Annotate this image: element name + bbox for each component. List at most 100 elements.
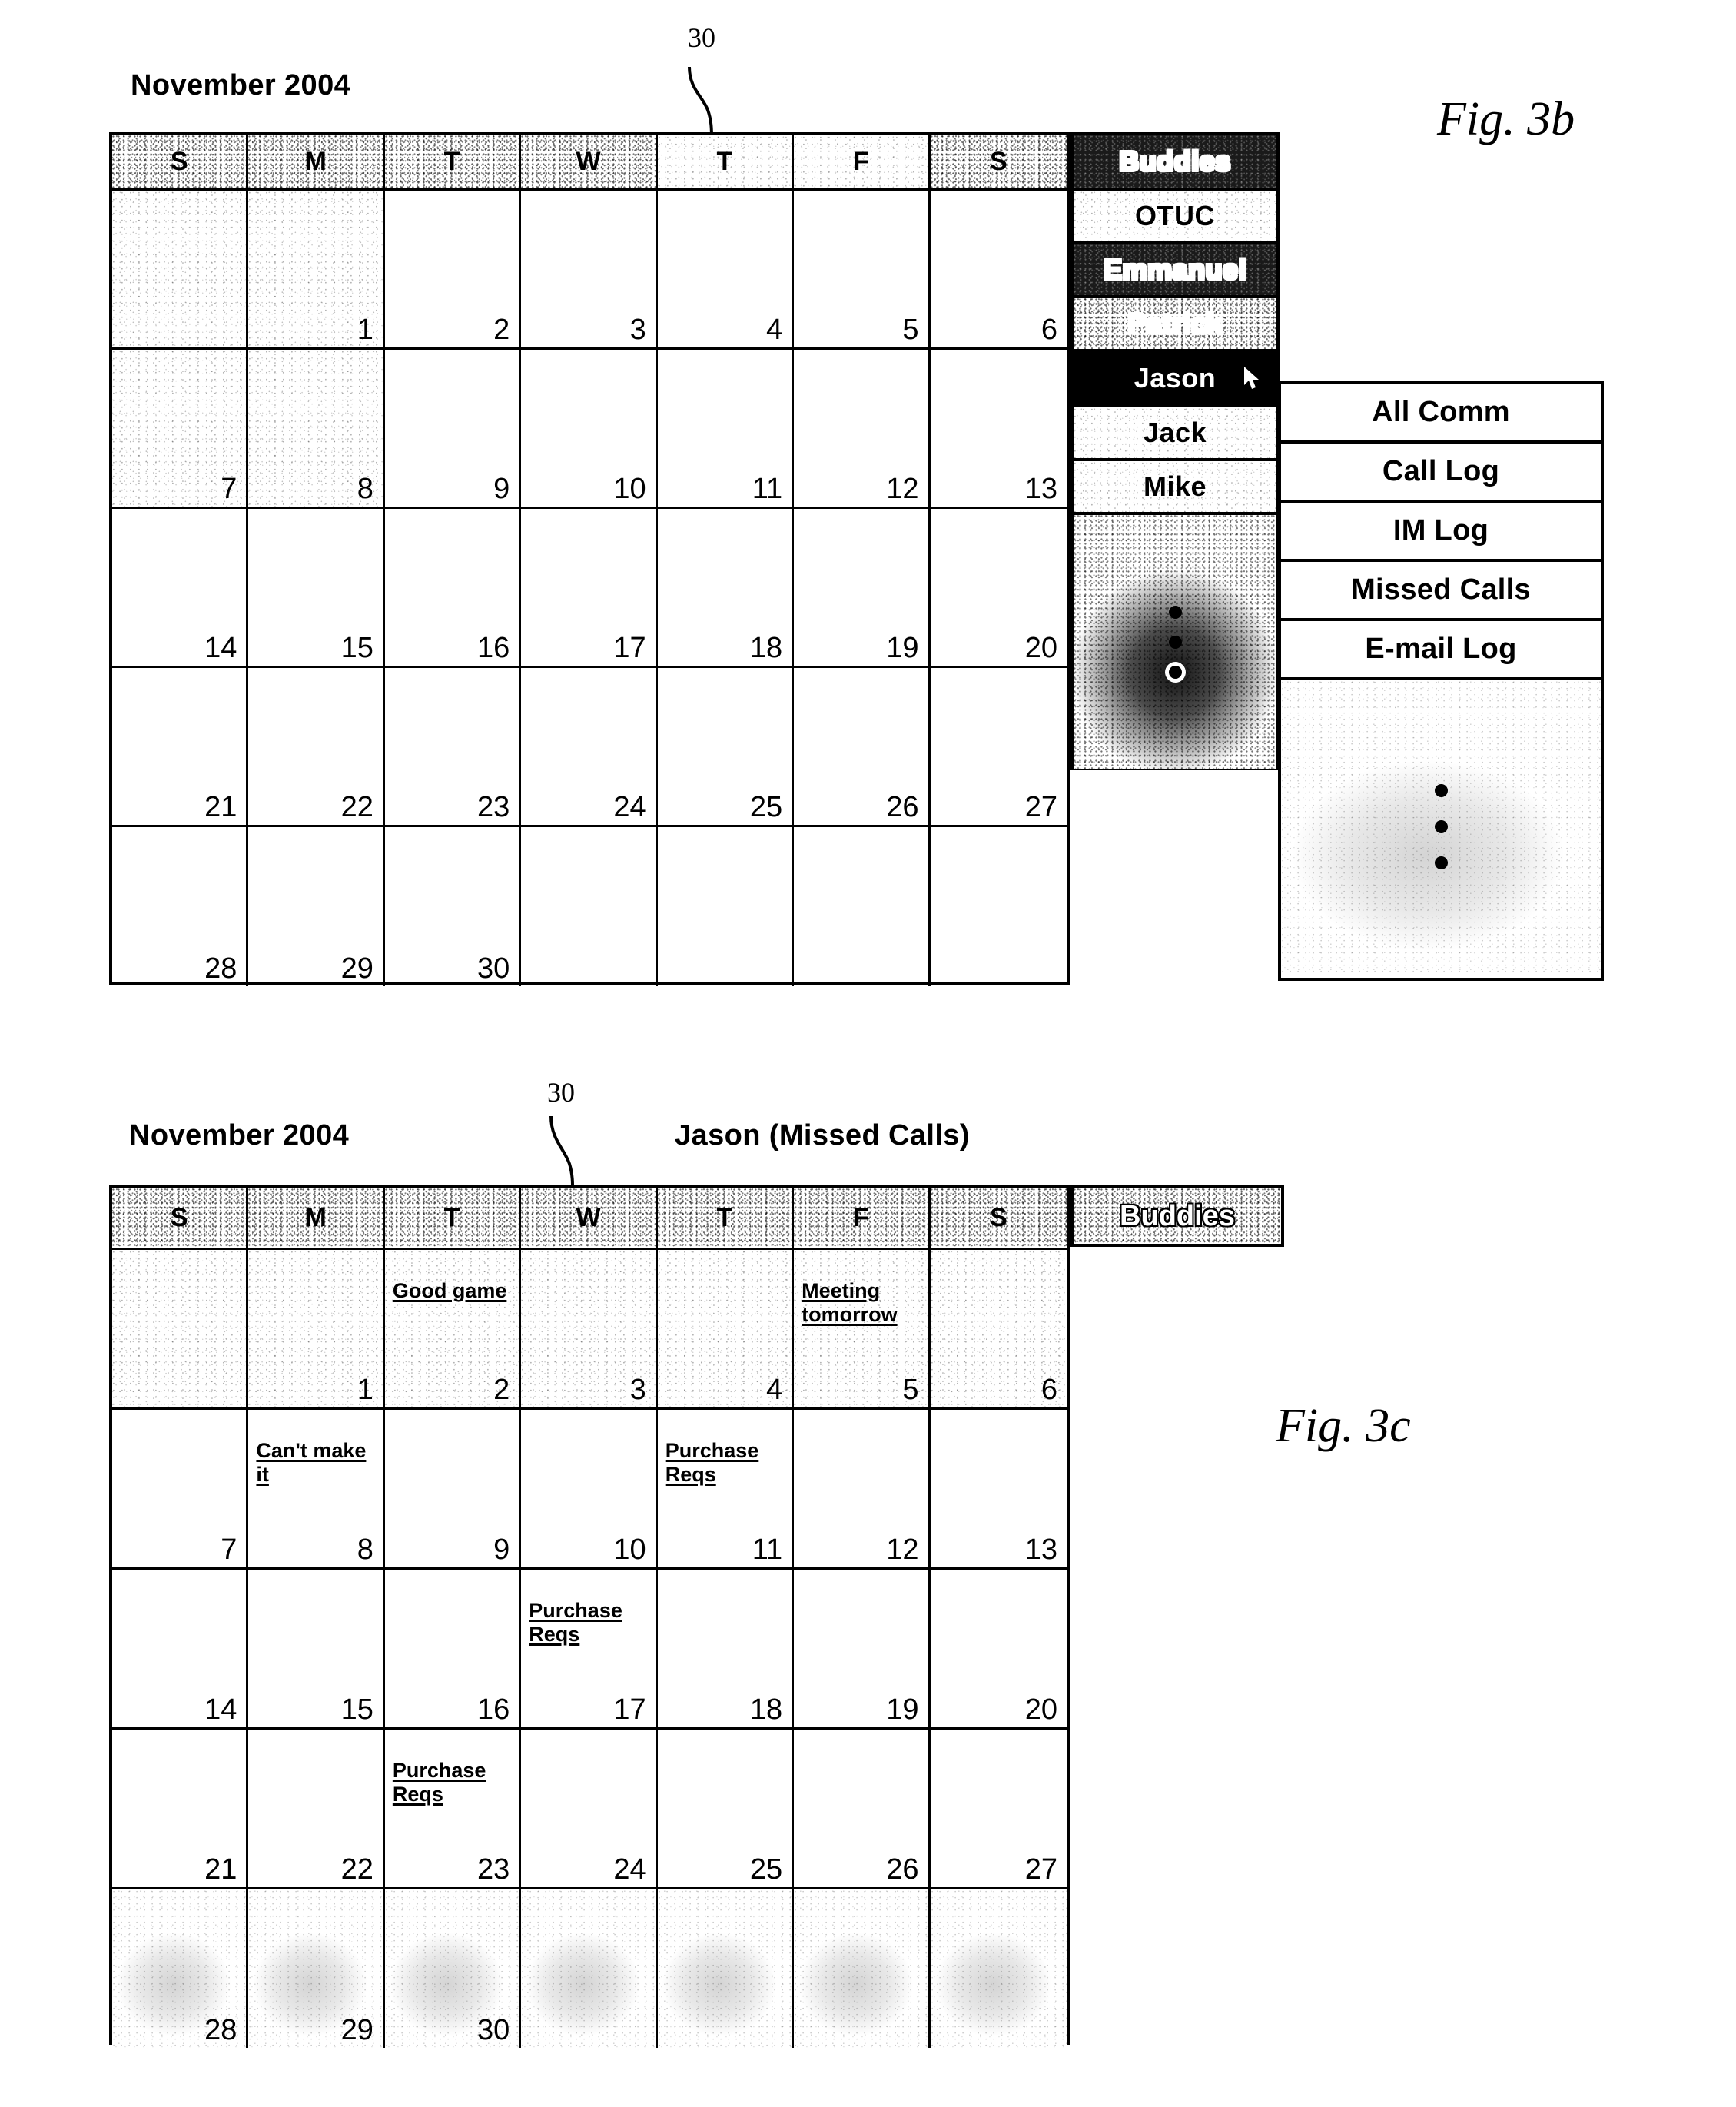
day-number: 22 <box>340 1853 373 1886</box>
fig3b-day-cell[interactable]: 12 <box>794 350 931 509</box>
calendar-event-label[interactable]: Purchase Reqs <box>529 1599 647 1647</box>
fig3c-day-cell[interactable] <box>112 1250 249 1410</box>
fig3c-day-cell[interactable]: 28 <box>112 1889 249 2048</box>
day-number: 10 <box>613 1534 646 1566</box>
fig3c-day-cell[interactable]: Purchase Reqs 17 <box>521 1570 658 1730</box>
fig3c-day-cell[interactable]: 30 <box>384 1889 522 2048</box>
fig3c-day-cell[interactable]: 3 <box>521 1250 658 1410</box>
fig3c-day-cell[interactable]: 14 <box>112 1570 249 1730</box>
fig3b-day-cell[interactable] <box>658 827 795 986</box>
fig3b-day-cell[interactable]: 18 <box>657 509 795 668</box>
fig3b-day-cell[interactable]: 20 <box>930 509 1067 668</box>
fig3c-day-cell[interactable]: Purchase Reqs 23 <box>384 1730 522 1889</box>
fig3c-day-cell[interactable]: 26 <box>794 1730 931 1889</box>
fig3c-day-cell[interactable]: 21 <box>112 1730 249 1889</box>
fig3b-day-cell[interactable] <box>112 191 249 350</box>
buddy-list-item-jason[interactable]: Jason <box>1074 352 1276 407</box>
fig3b-day-cell[interactable]: 28 <box>112 827 249 986</box>
fig3b-day-cell[interactable]: 2 <box>384 191 522 350</box>
fig3b-day-cell[interactable] <box>794 827 931 986</box>
menu-item-im-log[interactable]: IM Log <box>1281 503 1601 562</box>
fig3b-day-cell[interactable]: 29 <box>248 827 385 986</box>
fig3c-day-cell[interactable]: 12 <box>794 1410 931 1570</box>
fig3c-day-cell[interactable]: 4 <box>657 1250 795 1410</box>
fig3c-day-cell[interactable]: 16 <box>384 1570 522 1730</box>
menu-item-e-mail-log[interactable]: E-mail Log <box>1281 621 1601 680</box>
fig3c-day-cell[interactable]: 24 <box>521 1730 658 1889</box>
fig3b-day-cell[interactable]: 16 <box>384 509 522 668</box>
menu-item-call-log[interactable]: Call Log <box>1281 444 1601 503</box>
fig3c-day-cell[interactable]: 25 <box>657 1730 795 1889</box>
fig3c-day-cell[interactable]: 15 <box>248 1570 385 1730</box>
buddy-list-item-jack[interactable]: Jack <box>1074 407 1276 461</box>
day-number: 25 <box>749 1853 783 1886</box>
fig3c-day-cell[interactable]: 10 <box>521 1410 658 1570</box>
fig3b-day-cell[interactable]: 21 <box>112 668 249 827</box>
calendar-event-label[interactable]: Purchase Reqs <box>393 1759 511 1806</box>
buddy-list-item-otuc[interactable]: OTUC <box>1074 191 1276 244</box>
fig3c-day-cell[interactable]: 13 <box>930 1410 1067 1570</box>
buddies-tab[interactable]: Buddies <box>1070 1185 1284 1247</box>
fig3c-day-cell[interactable] <box>521 1889 658 2048</box>
fig3b-day-cell[interactable]: 7 <box>112 350 249 509</box>
communication-log-submenu[interactable]: All Comm Call Log IM Log Missed Calls E-mail… <box>1278 381 1604 981</box>
fig3b-day-cell[interactable] <box>931 827 1067 986</box>
fig3b-day-cell[interactable] <box>521 827 658 986</box>
fig3b-day-cell[interactable]: 14 <box>112 509 249 668</box>
fig3b-day-cell[interactable]: 17 <box>521 509 658 668</box>
calendar-event-label[interactable]: Can't make it <box>256 1439 374 1487</box>
fig3c-day-cell[interactable]: 7 <box>112 1410 249 1570</box>
fig3b-day-cell[interactable]: 19 <box>794 509 931 668</box>
fig3b-day-cell[interactable]: 27 <box>930 668 1067 827</box>
fig3b-day-cell[interactable]: 8 <box>248 350 385 509</box>
fig3c-day-cell[interactable]: 9 <box>384 1410 522 1570</box>
fig3c-day-cell[interactable]: Meeting tomorrow 5 <box>794 1250 931 1410</box>
fig3c-day-cell[interactable] <box>657 1889 795 2048</box>
fig3c-day-cell[interactable]: 20 <box>930 1570 1067 1730</box>
fig3b-calendar-grid[interactable]: S M T W T F S 1 2 3 4 5 6 7 8 9 10 11 12 13 14 15 16 17 18 19 20 21… <box>109 132 1070 986</box>
fig3c-day-cell[interactable]: 1 <box>248 1250 385 1410</box>
fig3b-day-cell[interactable]: 22 <box>248 668 385 827</box>
fig3b-day-cell[interactable]: 5 <box>794 191 931 350</box>
fig3c-calendar-grid[interactable]: S M T W T F S 1 Good game 2 3 4 Meeting tomorrow 5 6 7 C… <box>109 1185 1070 2048</box>
fig3b-day-cell[interactable]: 6 <box>930 191 1067 350</box>
fig3b-day-cell[interactable]: 3 <box>521 191 658 350</box>
fig3c-day-cell[interactable]: 6 <box>930 1250 1067 1410</box>
fig3c-day-cell[interactable]: 18 <box>657 1570 795 1730</box>
fig3c-day-cell[interactable]: 29 <box>248 1889 385 2048</box>
fig3b-day-cell[interactable]: 23 <box>384 668 522 827</box>
calendar-event-label[interactable]: Good game <box>393 1279 511 1303</box>
fig3b-day-cell[interactable]: 30 <box>385 827 522 986</box>
fig3b-day-cell[interactable]: 10 <box>521 350 658 509</box>
fig3b-day-cell[interactable]: 25 <box>657 668 795 827</box>
fig3c-day-cell[interactable]: 27 <box>930 1730 1067 1889</box>
fig3b-day-cell[interactable]: 15 <box>248 509 385 668</box>
fig3b-day-cell[interactable]: 9 <box>384 350 522 509</box>
fig3c-day-cell[interactable]: Can't make it 8 <box>248 1410 385 1570</box>
buddy-name-label: Emmanuel <box>1103 254 1247 285</box>
fig3b-day-cell[interactable]: 13 <box>930 350 1067 509</box>
fig3b-day-cell[interactable]: 26 <box>794 668 931 827</box>
buddies-panel[interactable]: Buddies OTUC Emmanuel Patrick Jason Jack Mike <box>1070 132 1280 770</box>
fig3b-day-cell[interactable]: 1 <box>248 191 385 350</box>
menu-item-all-comm[interactable]: All Comm <box>1281 384 1601 444</box>
fig3b-day-cell[interactable]: 24 <box>521 668 658 827</box>
day-number: 28 <box>204 2014 237 2046</box>
calendar-event-label[interactable]: Meeting tomorrow <box>802 1279 920 1327</box>
day-number: 13 <box>1024 473 1057 505</box>
buddy-list-item-emmanuel[interactable]: Emmanuel <box>1074 244 1276 298</box>
menu-item-missed-calls[interactable]: Missed Calls <box>1281 562 1601 621</box>
fig3b-day-cell[interactable]: 11 <box>657 350 795 509</box>
fig3c-day-cell[interactable]: 19 <box>794 1570 931 1730</box>
day-header-label: M <box>304 1203 327 1232</box>
buddy-list-item-mike[interactable]: Mike <box>1074 461 1276 515</box>
calendar-event-label[interactable]: Purchase Reqs <box>666 1439 784 1487</box>
fig3c-day-cell[interactable]: 22 <box>248 1730 385 1889</box>
buddy-list-item-patrick[interactable]: Patrick <box>1074 298 1276 352</box>
fig3c-day-cell[interactable] <box>794 1889 931 2048</box>
fig3c-day-cell[interactable] <box>930 1889 1067 2048</box>
fig3b-day-cell[interactable]: 4 <box>657 191 795 350</box>
fig3c-day-cell[interactable]: Good game 2 <box>384 1250 522 1410</box>
fig3c-day-cell[interactable]: Purchase Reqs 11 <box>657 1410 795 1570</box>
day-number: 24 <box>613 1853 646 1886</box>
